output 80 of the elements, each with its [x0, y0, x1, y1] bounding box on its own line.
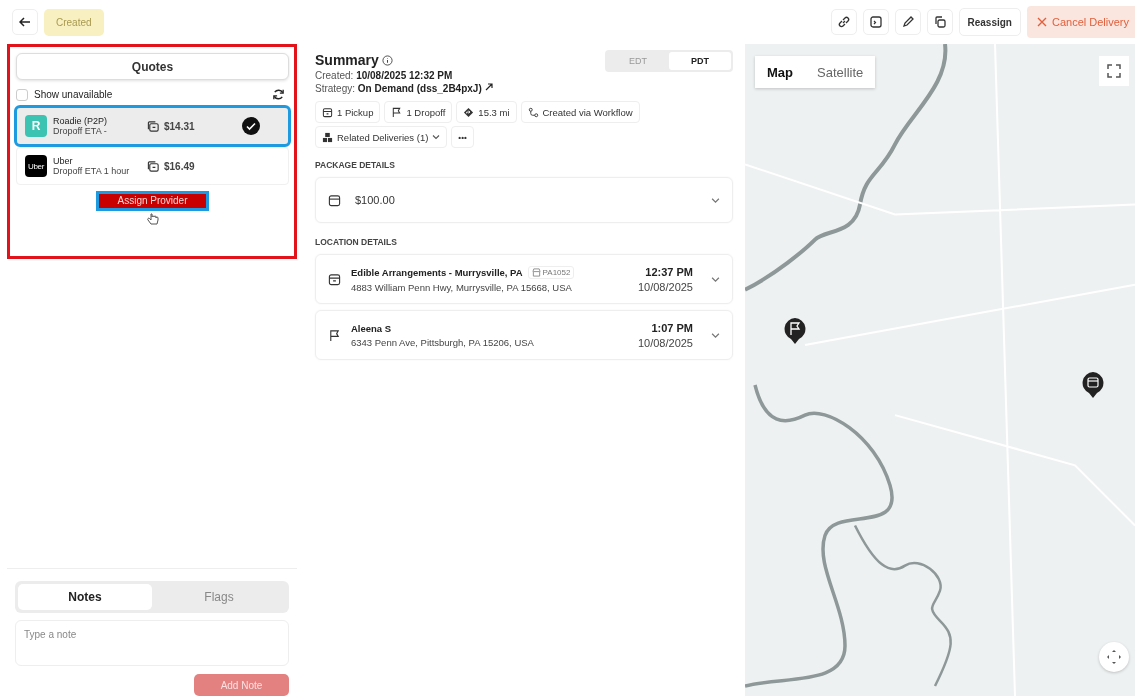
- info-chip[interactable]: 1 Pickup: [315, 101, 381, 123]
- status-badge: Created: [44, 8, 104, 36]
- refresh-icon[interactable]: [272, 88, 285, 101]
- location-address: 6343 Penn Ave, Pittsburgh, PA 15206, USA: [351, 336, 535, 348]
- stop-time: 12:37 PM: [645, 265, 693, 278]
- section-heading: LOCATION DETAILS: [315, 237, 398, 247]
- location-name: Aleena S: [351, 322, 392, 334]
- link-button[interactable]: [830, 9, 857, 35]
- map-type-option[interactable]: Map: [755, 56, 805, 88]
- assign-provider-button[interactable]: Assign Provider: [96, 191, 209, 211]
- workflow-icon: [527, 106, 539, 118]
- info-chip[interactable]: 15.3 mi: [456, 101, 517, 123]
- package-icon: [147, 159, 160, 173]
- boxes-icon: [322, 131, 333, 143]
- dropoff-map-pin[interactable]: [784, 318, 806, 344]
- package-icon: [328, 272, 341, 286]
- chevron-down-icon: [711, 274, 720, 284]
- back-button[interactable]: [12, 9, 38, 35]
- location-name: Edible Arrangements - Murrysville, PA: [351, 266, 523, 278]
- selected-check-icon: [242, 117, 260, 135]
- copy-icon: [932, 15, 947, 29]
- info-chip[interactable]: •••: [451, 126, 474, 148]
- terminal-icon: [868, 15, 883, 29]
- provider-name: Roadie (P2P): [53, 116, 109, 126]
- provider-eta: Dropoff ETA 1 hour: [53, 166, 131, 176]
- package-icon: [147, 119, 160, 133]
- copy-button[interactable]: [926, 9, 953, 35]
- fullscreen-button[interactable]: [1099, 56, 1129, 86]
- strategy-text: Strategy: On Demand (dss_2B4pxJ): [315, 83, 482, 94]
- map-type-option[interactable]: Satellite: [805, 56, 876, 88]
- provider-price: $14.31: [164, 120, 196, 132]
- chevron-down-icon: [711, 195, 720, 205]
- store-tag: PA1052: [527, 265, 575, 279]
- package-card[interactable]: $100.00: [315, 177, 733, 223]
- package-value: $100.00: [355, 194, 396, 206]
- tab[interactable]: Notes: [18, 584, 152, 610]
- hand-cursor-icon: [145, 212, 160, 226]
- external-link-icon[interactable]: [484, 83, 493, 91]
- location-card[interactable]: Edible Arrangements - Murrysville, PA PA1052 4883 William Penn Hwy, Murrysville, PA 15668, USA 12:37 PM 10/08/2025: [315, 254, 733, 304]
- provider-logo: Uber: [25, 155, 47, 177]
- flag-icon: [391, 106, 403, 118]
- provider-eta: Dropoff ETA -: [53, 126, 108, 136]
- timezone-option[interactable]: PDT: [669, 52, 731, 70]
- stop-date: 10/08/2025: [637, 280, 693, 293]
- route-icon: [463, 106, 475, 118]
- stop-time: 1:07 PM: [651, 321, 693, 334]
- pan-arrows-icon: [1105, 648, 1123, 666]
- provider-price: $16.49: [164, 160, 196, 172]
- info-chip[interactable]: Related Deliveries (1): [315, 126, 448, 148]
- stop-date: 10/08/2025: [637, 336, 693, 349]
- summary-title: Summary: [315, 52, 379, 68]
- checkbox-label: Show unavailable: [34, 89, 114, 100]
- info-chip[interactable]: Created via Workflow: [520, 101, 640, 123]
- quotes-button[interactable]: Quotes: [16, 53, 289, 80]
- fullscreen-icon: [1107, 64, 1121, 78]
- quote-row[interactable]: R Roadie (P2P) Dropoff ETA - $14.31: [16, 107, 289, 145]
- info-icon[interactable]: [381, 54, 393, 66]
- pencil-icon: [900, 15, 915, 29]
- info-chip[interactable]: 1 Dropoff: [384, 101, 453, 123]
- edit-button[interactable]: [894, 9, 921, 35]
- provider-logo: R: [25, 115, 47, 137]
- close-icon: [1036, 17, 1047, 27]
- chevron-down-icon: [432, 133, 441, 141]
- link-icon: [836, 15, 851, 29]
- store-icon: [531, 267, 541, 277]
- provider-name: Uber: [53, 156, 74, 166]
- reassign-button[interactable]: Reassign: [958, 8, 1021, 36]
- section-heading: PACKAGE DETAILS: [315, 160, 396, 170]
- package-icon: [328, 193, 341, 207]
- back-arrow-icon: [19, 16, 31, 28]
- chevron-down-icon: [711, 330, 720, 340]
- created-text: Created: 10/08/2025 12:32 PM: [315, 70, 454, 81]
- terminal-button[interactable]: [862, 9, 889, 35]
- pickup-map-pin[interactable]: [1082, 372, 1104, 398]
- note-input-field[interactable]: Type a note: [15, 620, 289, 666]
- flag-icon: [328, 328, 341, 342]
- checkbox[interactable]: [16, 88, 28, 101]
- location-address: 4883 William Penn Hwy, Murrysville, PA 15668, USA: [351, 281, 573, 293]
- package-icon: [322, 106, 333, 118]
- location-card[interactable]: Aleena S 6343 Penn Ave, Pittsburgh, PA 15206, USA 1:07 PM 10/08/2025: [315, 310, 733, 360]
